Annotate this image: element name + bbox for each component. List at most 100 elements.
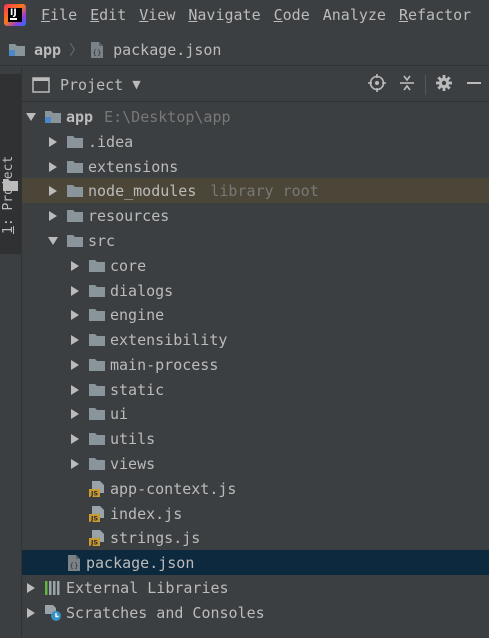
tree-node-main-process[interactable]: main-process <box>22 352 489 377</box>
menu-label: Analyze <box>322 6 386 24</box>
chevron-right-icon[interactable] <box>68 259 82 273</box>
chevron-down-icon[interactable] <box>24 110 38 124</box>
tree-node-label: .idea <box>88 132 134 151</box>
chevron-right-icon[interactable] <box>46 184 60 198</box>
menu-analyze[interactable]: Analyze <box>316 0 392 30</box>
tree-node-label: core <box>110 256 147 275</box>
tree-node-label: src <box>88 231 116 250</box>
chevron-down-icon: ▼ <box>132 78 141 91</box>
menu-code[interactable]: Code <box>267 0 316 30</box>
chevron-right-icon[interactable] <box>68 432 82 446</box>
project-stripe-button[interactable]: 1: Project <box>0 74 21 254</box>
folder-icon <box>88 332 106 348</box>
tree-node-static[interactable]: static <box>22 377 489 402</box>
tree-node-node-modules[interactable]: node_modules library root <box>22 178 489 203</box>
tree-node-path: E:\Desktop\app <box>104 107 231 126</box>
locate-button[interactable] <box>362 68 392 102</box>
folder-icon <box>3 177 18 195</box>
tree-node-label: resources <box>88 206 170 225</box>
folder-icon <box>66 208 84 224</box>
chevron-right-icon[interactable] <box>24 581 38 595</box>
module-folder-icon <box>44 109 62 125</box>
javascript-file-icon: JS <box>88 480 106 498</box>
tree-node-app-context-js[interactable]: JS app-context.js <box>22 476 489 501</box>
tree-node-engine[interactable]: engine <box>22 302 489 327</box>
svg-text:JS: JS <box>90 514 98 522</box>
tree-node-dialogs[interactable]: dialogs <box>22 278 489 303</box>
tree-node-ui[interactable]: ui <box>22 401 489 426</box>
menu-refactor[interactable]: Refactor <box>392 0 477 30</box>
tool-window-title: Project <box>60 75 124 94</box>
collapse-all-button[interactable] <box>392 68 422 102</box>
tree-node-root[interactable]: app E:\Desktop\app <box>22 104 489 129</box>
hide-button[interactable] <box>459 68 489 102</box>
tree-node-label: node_modules <box>88 181 197 200</box>
menu-navigate[interactable]: Navigate <box>181 0 266 30</box>
chevron-right-icon[interactable] <box>68 308 82 322</box>
folder-icon <box>66 183 84 199</box>
chevron-right-icon[interactable] <box>68 333 82 347</box>
tree-node-idea[interactable]: .idea <box>22 129 489 154</box>
tree-node-utils[interactable]: utils <box>22 426 489 451</box>
breadcrumb-project[interactable]: app <box>8 41 61 59</box>
breadcrumb-file[interactable]: {} package.json <box>89 41 221 59</box>
svg-text:JS: JS <box>90 489 98 497</box>
tree-node-src[interactable]: src <box>22 228 489 253</box>
tree-node-label: Scratches and Consoles <box>66 603 265 622</box>
tree-node-scratches[interactable]: Scratches and Consoles <box>22 600 489 625</box>
chevron-right-icon[interactable] <box>24 606 38 620</box>
tree-node-package-json[interactable]: {} package.json <box>22 550 489 575</box>
tree-node-extensibility[interactable]: extensibility <box>22 327 489 352</box>
chevron-right-icon[interactable] <box>46 209 60 223</box>
tree-node-core[interactable]: core <box>22 253 489 278</box>
svg-text:JS: JS <box>90 538 98 546</box>
chevron-right-icon[interactable] <box>46 135 60 149</box>
tree-node-label: views <box>110 454 156 473</box>
menu-file[interactable]: File <box>34 0 83 30</box>
tree-node-extensions[interactable]: extensions <box>22 154 489 179</box>
menu-bar: IJ File Edit View Navigate Code Analyze … <box>0 0 489 30</box>
tree-node-external-libraries[interactable]: External Libraries <box>22 575 489 600</box>
javascript-file-icon: JS <box>88 505 106 523</box>
navigation-breadcrumb: app 〉 {} package.json <box>0 34 489 66</box>
menu-edit[interactable]: Edit <box>83 0 132 30</box>
chevron-right-icon[interactable] <box>68 457 82 471</box>
chevron-right-icon[interactable] <box>68 407 82 421</box>
json-file-icon: {} <box>66 554 82 572</box>
intellij-logo-icon: IJ <box>4 4 26 26</box>
tree-node-views[interactable]: views <box>22 451 489 476</box>
toolbar-divider <box>425 75 426 95</box>
tree-node-resources[interactable]: resources <box>22 203 489 228</box>
chevron-down-icon[interactable] <box>46 234 60 248</box>
menu-mnemonic: R <box>398 6 408 24</box>
menu-mnemonic: C <box>273 6 283 24</box>
menu-mnemonic: F <box>41 6 51 24</box>
chevron-right-icon[interactable] <box>68 284 82 298</box>
menu-label: iew <box>148 6 176 24</box>
scratches-icon <box>44 604 62 622</box>
tree-node-label: static <box>110 380 165 399</box>
chevron-right-icon[interactable] <box>68 383 82 397</box>
folder-icon <box>88 307 106 323</box>
locate-icon <box>368 74 386 96</box>
javascript-file-icon: JS <box>88 529 106 547</box>
chevron-right-icon[interactable] <box>46 160 60 174</box>
hide-icon <box>466 75 482 95</box>
tree-node-strings-js[interactable]: JS strings.js <box>22 525 489 550</box>
tree-node-label: extensions <box>88 157 179 176</box>
breadcrumb-file-label: package.json <box>113 40 222 59</box>
folder-icon <box>88 456 106 472</box>
chevron-right-icon[interactable] <box>68 358 82 372</box>
tree-node-label: External Libraries <box>66 578 229 597</box>
tree-node-label: extensibility <box>110 330 228 349</box>
tree-node-label: strings.js <box>110 528 201 547</box>
project-tree: app E:\Desktop\app .idea extensions node… <box>22 103 489 638</box>
folder-icon <box>88 258 106 274</box>
menu-label: ode <box>282 6 310 24</box>
project-view-selector[interactable]: Project ▼ <box>32 76 141 94</box>
tree-node-label: app <box>66 107 94 126</box>
menu-view[interactable]: View <box>132 0 181 30</box>
settings-button[interactable] <box>429 68 459 102</box>
breadcrumb-separator-icon: 〉 <box>69 42 84 59</box>
tree-node-index-js[interactable]: JS index.js <box>22 501 489 526</box>
